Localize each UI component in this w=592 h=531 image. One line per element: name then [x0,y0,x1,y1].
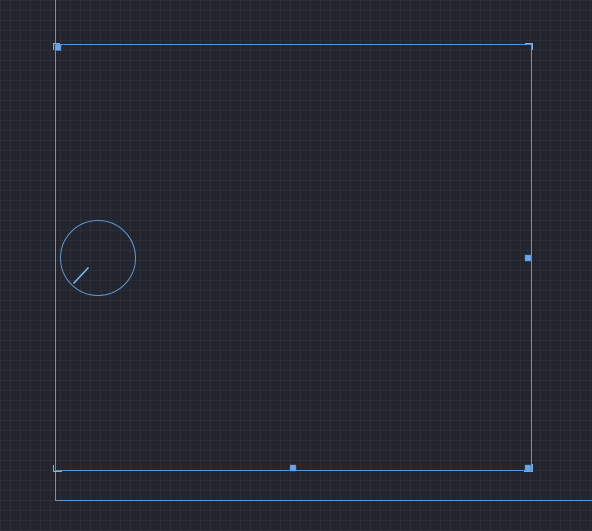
gauge-dial-icon[interactable] [60,220,136,296]
dial-circle [60,220,136,296]
artboard-outline [55,0,592,501]
design-canvas[interactable]: { "canvas": { "background": "#22252e", "… [0,0,592,531]
resize-handle-top-left[interactable] [54,44,62,51]
selected-frame[interactable] [55,44,532,471]
resize-handle-bottom-middle[interactable] [289,464,297,472]
resize-handle-right-middle[interactable] [524,254,532,262]
resize-handle-bottom-right[interactable] [524,464,532,472]
canvas-drawing [53,0,592,501]
dial-needle [73,267,89,284]
